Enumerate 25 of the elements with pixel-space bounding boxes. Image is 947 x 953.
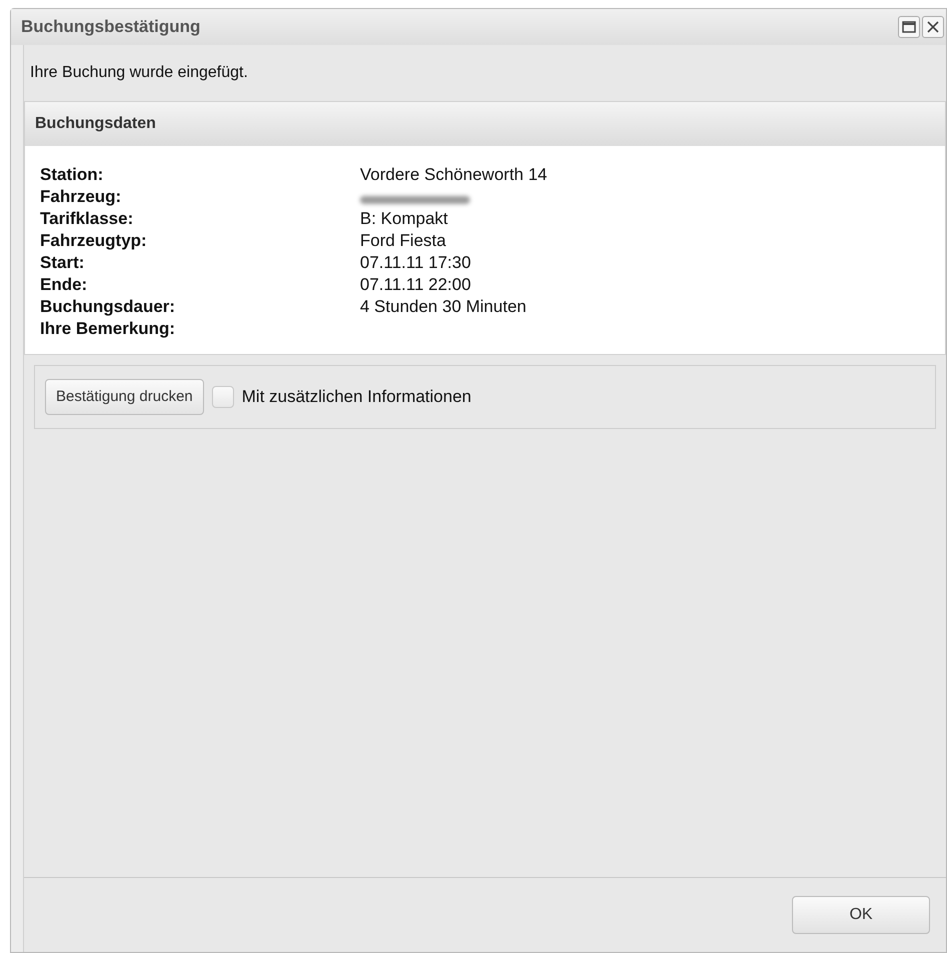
field-label: Fahrzeug: <box>40 186 122 208</box>
maximize-icon <box>902 21 916 33</box>
close-icon <box>927 21 939 33</box>
confirmation-message: Ihre Buchung wurde eingefügt. <box>30 63 248 83</box>
field-value: 4 Stunden 30 Minuten <box>360 296 526 318</box>
field-value: B: Kompakt <box>360 208 448 230</box>
field-label: Fahrzeugtyp: <box>40 230 148 252</box>
field-label: Tarifklasse: <box>40 208 134 230</box>
field-value: Vordere Schöneworth 14 <box>360 164 548 186</box>
checkbox-label: Mit zusätzlichen Informationen <box>242 386 472 408</box>
field-label: Station: <box>40 164 104 186</box>
panel-title: Buchungsdaten <box>35 114 156 134</box>
field-label: Ende: <box>40 274 88 296</box>
field-value: Ford Fiesta <box>360 230 446 252</box>
field-value: 07.11.11 22:00 <box>360 274 471 296</box>
print-button[interactable]: Bestätigung drucken <box>45 379 204 415</box>
field-value: 07.11.11 17:30 <box>360 252 471 274</box>
field-label: Buchungsdauer: <box>40 296 176 318</box>
close-button[interactable] <box>922 16 944 38</box>
field-label: Start: <box>40 252 86 274</box>
ok-button[interactable]: OK <box>792 896 930 934</box>
window-title: Buchungsbestätigung <box>21 16 202 38</box>
checkbox[interactable] <box>212 386 234 408</box>
field-label: Ihre Bemerkung: <box>40 318 176 340</box>
maximize-button[interactable] <box>898 16 920 38</box>
